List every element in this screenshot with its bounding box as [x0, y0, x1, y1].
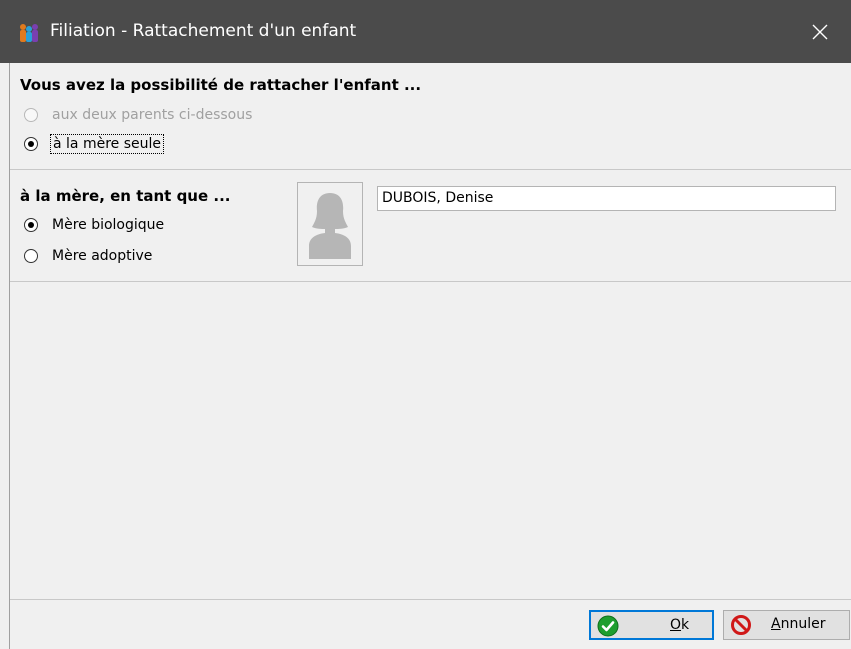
- cancel-button-label: Annuler: [771, 616, 825, 632]
- cancel-button[interactable]: Annuler: [723, 610, 850, 640]
- radio-button[interactable]: [24, 249, 38, 263]
- family-icon: [20, 24, 38, 42]
- window-title: Filiation - Rattachement d'un enfant: [50, 21, 357, 41]
- radio-button[interactable]: [24, 108, 38, 122]
- mother-role-section: à la mère, en tant que ... Mère biologiq…: [10, 169, 851, 282]
- cancel-label-rest: nnuler: [780, 616, 826, 632]
- radio-label: à la mère seule: [50, 134, 164, 154]
- ok-label-rest: k: [681, 617, 690, 633]
- radio-both-parents[interactable]: aux deux parents ci-dessous: [24, 107, 252, 123]
- radio-adoptive-mother[interactable]: Mère adoptive: [24, 248, 152, 264]
- radio-biological-mother[interactable]: Mère biologique: [24, 217, 164, 233]
- mother-role-heading: à la mère, en tant que ...: [20, 187, 231, 205]
- radio-label: Mère biologique: [52, 217, 165, 233]
- no-entry-icon: [731, 615, 751, 635]
- female-silhouette-icon: [309, 193, 351, 259]
- mother-photo: [297, 182, 363, 266]
- close-icon: [812, 24, 828, 39]
- radio-label: aux deux parents ci-dessous: [52, 107, 253, 123]
- check-circle-icon: [597, 615, 619, 637]
- bottom-divider: [10, 599, 851, 600]
- dialog-body: Vous avez la possibilité de rattacher l'…: [9, 63, 851, 649]
- close-button[interactable]: [789, 0, 851, 63]
- ok-button[interactable]: Ok: [589, 610, 714, 640]
- mother-name-field[interactable]: DUBOIS, Denise: [377, 186, 836, 211]
- attachment-choice-section: Vous avez la possibilité de rattacher l'…: [10, 63, 851, 170]
- ok-mnemonic: O: [670, 617, 682, 633]
- title-bar: Filiation - Rattachement d'un enfant: [0, 0, 851, 63]
- attachment-heading: Vous avez la possibilité de rattacher l'…: [20, 76, 422, 94]
- radio-label: Mère adoptive: [52, 248, 153, 264]
- radio-button[interactable]: [24, 218, 38, 232]
- ok-button-label: Ok: [670, 617, 689, 633]
- cancel-mnemonic: A: [771, 616, 781, 632]
- radio-mother-only[interactable]: à la mère seule: [24, 134, 164, 154]
- radio-button[interactable]: [24, 137, 38, 151]
